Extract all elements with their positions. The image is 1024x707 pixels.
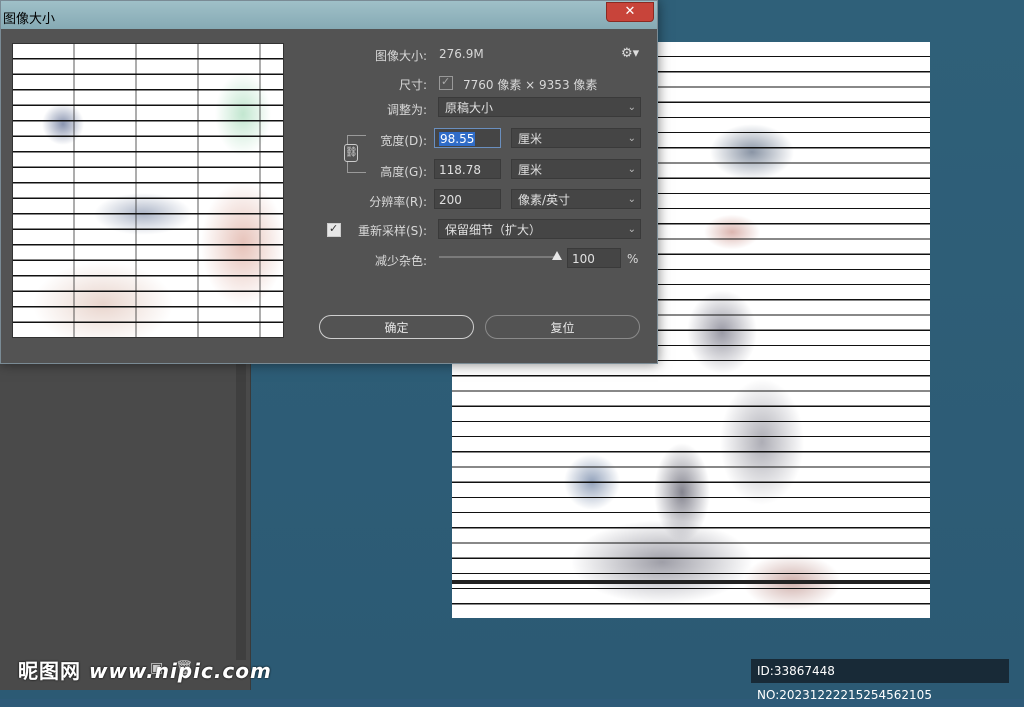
height-unit: 厘米 [518, 163, 543, 177]
dimensions-dropdown-toggle[interactable]: ✓ [439, 75, 453, 90]
resolution-label: 分辨率(R): [369, 195, 427, 209]
chevron-down-icon: ⌄ [627, 102, 636, 113]
image-size-value: 276.9M [439, 47, 484, 61]
id-tag: ID:33867448 NO:20231222215254562105 [751, 659, 1009, 702]
height-value: 118.78 [439, 163, 481, 177]
gear-icon[interactable]: ⚙▾ [621, 46, 639, 61]
resolution-input[interactable]: 200 [434, 189, 501, 209]
chevron-down-icon: ⌄ [627, 164, 636, 175]
watermark: 昵图网 www.nipic.com [18, 655, 272, 684]
fit-to-select[interactable]: 原稿大小 ⌄ [438, 97, 641, 117]
reduce-noise-slider[interactable] [439, 256, 557, 258]
height-label: 高度(G): [380, 165, 427, 179]
fit-to-label: 调整为: [386, 103, 427, 117]
canvas-thick-line [452, 580, 930, 584]
resolution-unit: 像素/英寸 [518, 193, 571, 207]
width-unit-select[interactable]: 厘米 ⌄ [511, 128, 641, 148]
width-value: 98.55 [439, 132, 476, 146]
width-label: 宽度(D): [380, 134, 427, 148]
reduce-noise-input[interactable]: 100 [567, 248, 621, 268]
resolution-unit-select[interactable]: 像素/英寸 ⌄ [511, 189, 641, 209]
reduce-noise-value: 100 [572, 252, 595, 266]
image-size-label: 图像大小: [374, 49, 427, 63]
resample-select[interactable]: 保留细节（扩大） ⌄ [438, 219, 641, 239]
resample-label: 重新采样(S): [357, 224, 427, 238]
height-unit-select[interactable]: 厘米 ⌄ [511, 159, 641, 179]
panel-scrollbar[interactable] [236, 360, 246, 660]
width-input[interactable]: 98.55 [434, 128, 501, 148]
reset-button[interactable]: 复位 [485, 315, 640, 339]
dialog-title: 图像大小 [3, 12, 56, 27]
chevron-down-icon: ⌄ [627, 194, 636, 205]
watermark-url: www.nipic.com [88, 659, 272, 683]
height-input[interactable]: 118.78 [434, 159, 501, 179]
chevron-down-icon: ⌄ [627, 133, 636, 144]
close-button[interactable]: ✕ [606, 2, 654, 22]
width-unit: 厘米 [518, 132, 543, 146]
chevron-down-icon: ⌄ [627, 224, 636, 235]
ok-button[interactable]: 确定 [319, 315, 474, 339]
dimensions-value: 7760 像素 × 9353 像素 [463, 78, 598, 92]
reduce-noise-label: 减少杂色: [374, 254, 427, 268]
checkmark-icon: ✓ [441, 75, 451, 88]
preview-stripes [13, 44, 283, 337]
image-size-dialog: 图像大小 ✕ 图像大小: 276.9M ⚙▾ 尺寸: ✓ 7760 像素 × 9… [0, 0, 658, 364]
slider-thumb[interactable] [552, 251, 562, 260]
watermark-brand: 昵图网 [18, 659, 81, 683]
close-icon: ✕ [624, 4, 636, 19]
fit-to-selected: 原稿大小 [445, 101, 494, 115]
reduce-noise-unit: % [627, 252, 639, 266]
dialog-titlebar[interactable]: 图像大小 ✕ [1, 1, 657, 29]
resolution-value: 200 [439, 193, 462, 207]
image-preview[interactable] [12, 43, 284, 338]
dimensions-label: 尺寸: [398, 78, 427, 92]
resample-selected: 保留细节（扩大） [445, 223, 542, 237]
background-panel: ▣ 🗑 [0, 330, 251, 690]
